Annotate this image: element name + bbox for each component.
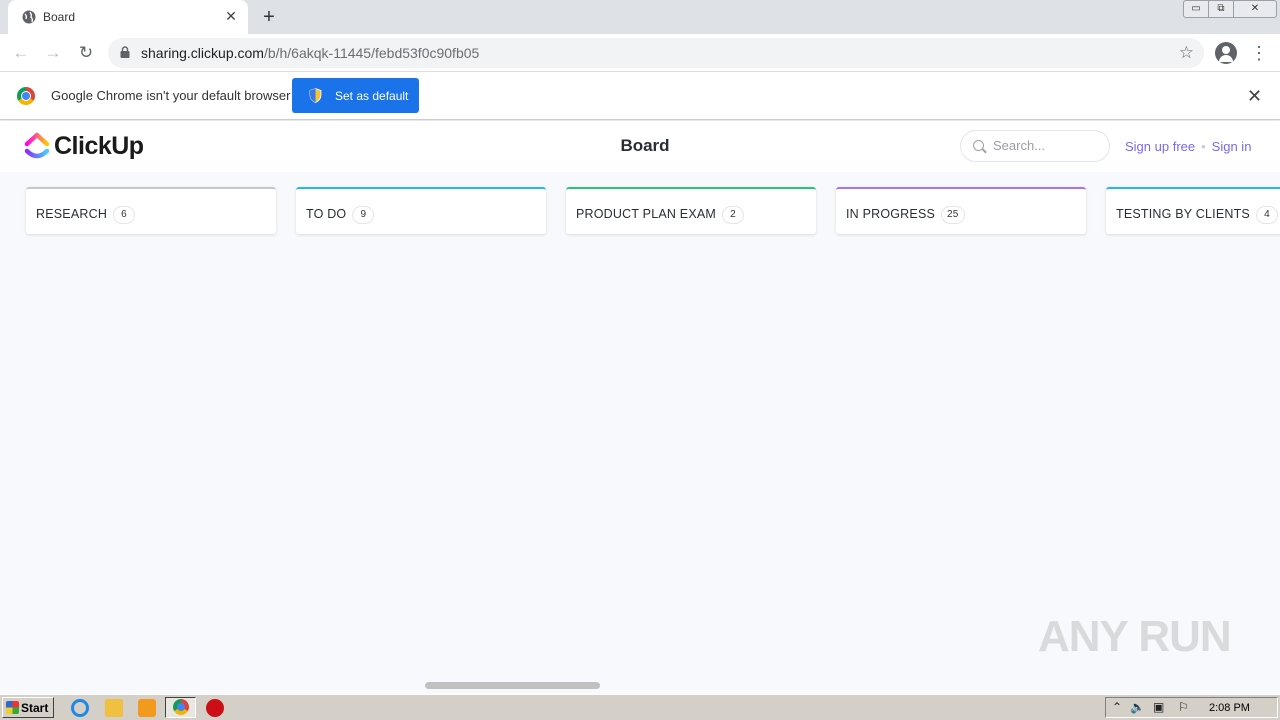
forward-arrow-icon[interactable]: → bbox=[42, 42, 64, 64]
tab-close-icon[interactable]: ✕ bbox=[222, 7, 240, 25]
volume-icon[interactable]: 🔈 bbox=[1130, 700, 1145, 714]
url-path: /b/h/6akqk-11445/febd53f0c90fb05 bbox=[263, 45, 480, 61]
system-tray: ⌃ 🔈 ▣ ⚐ 2:08 PM bbox=[1105, 697, 1278, 718]
network-icon[interactable]: ▣ bbox=[1153, 700, 1164, 714]
folder-icon[interactable] bbox=[105, 699, 123, 717]
tab-strip: Board ✕ + ▭ ⧉ ✕ bbox=[0, 0, 1280, 34]
column-count-badge: 4 bbox=[1255, 206, 1278, 224]
watermark-logo: ANY RUN bbox=[1038, 612, 1232, 661]
board-column[interactable]: RESEARCH 6 bbox=[26, 187, 276, 234]
browser-toolbar: ← → ↻ sharing.clickup.com/b/h/6akqk-1144… bbox=[0, 34, 1280, 72]
column-header: TO DO 9 bbox=[306, 206, 375, 224]
taskbar-chrome-button[interactable] bbox=[165, 697, 196, 718]
internet-explorer-icon[interactable] bbox=[71, 699, 89, 717]
sign-in-link[interactable]: Sign in bbox=[1212, 139, 1252, 154]
set-as-default-button[interactable]: Set as default bbox=[292, 78, 419, 113]
chrome-icon bbox=[173, 699, 189, 715]
column-count-badge: 25 bbox=[941, 206, 965, 224]
infobar-close-icon[interactable]: ✕ bbox=[1247, 86, 1262, 107]
app-header: ClickUp Board Sign up free•Sign in bbox=[0, 121, 1280, 172]
back-arrow-icon[interactable]: ← bbox=[10, 42, 32, 64]
globe-icon bbox=[22, 10, 36, 24]
profile-avatar-icon[interactable] bbox=[1215, 42, 1237, 64]
link-separator: • bbox=[1201, 139, 1206, 154]
board-area: RESEARCH 6 TO DO 9 PRODUCT PLAN EXAM 2 IN P… bbox=[0, 172, 1280, 684]
board-column[interactable]: TO DO 9 bbox=[296, 187, 546, 234]
start-label: Start bbox=[21, 701, 49, 715]
column-header: IN PROGRESS 25 bbox=[846, 206, 965, 224]
column-header: TESTING BY CLIENTS 4 bbox=[1116, 206, 1278, 224]
column-header: PRODUCT PLAN EXAM 2 bbox=[576, 206, 745, 224]
column-name: TO DO bbox=[306, 207, 347, 221]
opera-icon[interactable] bbox=[206, 699, 224, 717]
kebab-menu-icon[interactable]: ⋮ bbox=[1250, 42, 1268, 64]
taskbar: Start ⌃ 🔈 ▣ ⚐ 2:08 PM bbox=[0, 694, 1280, 720]
new-tab-button[interactable]: + bbox=[258, 6, 280, 28]
browser-tab[interactable]: Board ✕ bbox=[8, 0, 248, 34]
media-player-icon[interactable] bbox=[138, 699, 156, 717]
reload-icon[interactable]: ↻ bbox=[75, 42, 97, 64]
column-name: PRODUCT PLAN EXAM bbox=[576, 207, 717, 221]
board-column[interactable]: IN PROGRESS 25 bbox=[836, 187, 1086, 234]
start-button[interactable]: Start bbox=[2, 697, 54, 718]
board-column[interactable]: PRODUCT PLAN EXAM 2 bbox=[566, 187, 816, 234]
scrollbar-thumb[interactable] bbox=[425, 682, 600, 689]
set-as-default-label: Set as default bbox=[335, 89, 409, 103]
chrome-logo-icon bbox=[17, 87, 35, 105]
sign-up-link[interactable]: Sign up free bbox=[1125, 139, 1195, 154]
address-bar[interactable]: sharing.clickup.com/b/h/6akqk-11445/febd… bbox=[108, 38, 1204, 68]
auth-links: Sign up free • Sign in bbox=[1125, 139, 1251, 154]
clock[interactable]: 2:08 PM bbox=[1209, 702, 1250, 714]
action-center-flag-icon[interactable]: ⚐ bbox=[1178, 700, 1189, 714]
shield-icon bbox=[309, 88, 322, 103]
search-icon bbox=[973, 140, 984, 151]
windows-flag-icon bbox=[6, 701, 19, 714]
restore-icon[interactable]: ⧉ bbox=[1208, 0, 1234, 18]
infobar-message: Google Chrome isn't your default browser bbox=[51, 88, 291, 103]
horizontal-scrollbar[interactable] bbox=[0, 680, 1280, 692]
column-name: RESEARCH bbox=[36, 207, 108, 221]
column-count-badge: 2 bbox=[722, 206, 745, 224]
board-column[interactable]: TESTING BY CLIENTS 4 bbox=[1106, 187, 1280, 234]
default-browser-infobar: Google Chrome isn't your default browser… bbox=[0, 72, 1280, 120]
column-count-badge: 9 bbox=[352, 206, 375, 224]
url-host: sharing.clickup.com bbox=[141, 45, 264, 61]
minimize-icon[interactable]: ▭ bbox=[1183, 0, 1209, 18]
tray-expand-icon[interactable]: ⌃ bbox=[1112, 700, 1122, 714]
search-box[interactable] bbox=[960, 130, 1110, 162]
bookmark-star-icon[interactable]: ☆ bbox=[1179, 43, 1194, 63]
column-name: IN PROGRESS bbox=[846, 207, 936, 221]
search-input[interactable] bbox=[993, 138, 1103, 153]
column-header: RESEARCH 6 bbox=[36, 206, 136, 224]
lock-icon bbox=[120, 46, 130, 58]
column-name: TESTING BY CLIENTS bbox=[1116, 207, 1250, 221]
window-close-icon[interactable]: ✕ bbox=[1233, 0, 1277, 18]
url-text: sharing.clickup.com/b/h/6akqk-11445/febd… bbox=[141, 45, 479, 61]
column-count-badge: 6 bbox=[113, 206, 136, 224]
tab-title: Board bbox=[43, 10, 76, 24]
